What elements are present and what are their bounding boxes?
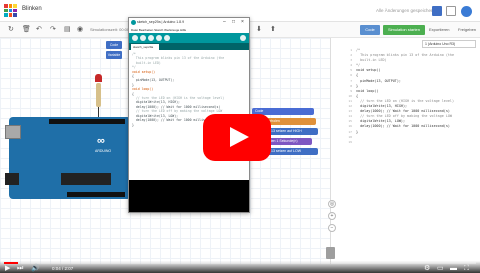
ide-console [129,180,249,212]
arduino-icon [131,20,136,25]
settings-icon[interactable]: ⚙ [424,265,430,273]
arduino-logo-icon: ∞ [97,135,105,147]
logo-square [4,8,8,13]
zoom-reset-icon[interactable]: ◎ [328,200,336,208]
start-simulation-button[interactable]: Simulation starten [383,25,425,35]
next-icon[interactable]: ⏭ [17,265,23,273]
video-time: 0:04 / 2:07 [52,266,74,271]
code-text[interactable]: /* This program blinks pin 13 of the Ard… [356,48,476,135]
analog-header [67,192,125,197]
digital-header [49,119,125,124]
eye-icon[interactable]: ◉ [77,26,83,34]
wire [98,107,99,117]
logo-square [13,4,17,8]
ide-title: sketch_sep29a | Arduino 1.8.9 [129,18,249,27]
minimize-icon[interactable]: – [223,19,226,25]
logo-square [4,4,8,8]
code-button[interactable]: Code [360,25,380,35]
logo-square [13,8,17,13]
avatar[interactable] [461,6,472,17]
upload-icon[interactable] [140,35,146,41]
tab-variable-blocks[interactable]: Variable [106,51,122,59]
new-icon[interactable] [148,35,154,41]
tinkercad-logo[interactable] [4,4,17,17]
ide-tab-bar: sketch_sep29a [129,43,249,50]
logo-square [8,4,13,8]
delete-icon[interactable]: 🗑 [22,26,31,34]
maximize-icon[interactable]: □ [232,19,235,25]
saved-status: Alle Änderungen gespeichert [376,8,434,13]
project-title[interactable]: Blinken [22,6,42,12]
power-jack [5,173,19,185]
zoom-in-icon[interactable]: + [328,212,336,220]
code-line: } [356,129,359,134]
sim-time-hint: Simulationszeit: 00:00 [90,27,130,32]
download-icon[interactable]: ⬇ [256,26,262,34]
logo-square [13,13,17,17]
tab-code-blocks[interactable]: Code [106,41,122,49]
logo-square [8,8,13,13]
arduino-board[interactable]: ∞ ARDUINO [5,117,131,199]
ide-toolbar [129,33,249,43]
resistor-component[interactable] [96,83,101,107]
share-button[interactable]: Freigeben [458,27,476,32]
redo-icon[interactable]: ↷ [50,26,56,34]
open-icon[interactable] [156,35,162,41]
youtube-play-button[interactable] [203,114,271,161]
ide-title-text: sketch_sep29a | Arduino 1.8.9 [137,20,185,24]
line-number: 19 [348,139,352,144]
theater-icon[interactable]: ▬ [450,265,457,273]
rotate-icon[interactable]: ↻ [8,26,14,34]
export-button[interactable]: Exportieren [429,27,449,32]
fullscreen-icon[interactable]: ⛶ [464,265,469,273]
microcontroller-chip [61,173,111,185]
logo-square [4,13,8,17]
volume-icon[interactable]: 🔊 [31,265,40,273]
progress-fill [4,262,19,264]
play-icon [230,127,249,147]
line-numbers: 1 2 3 4 5 6 7 8 9 10 11 12 13 14 15 16 17 18 19 [334,48,352,145]
miniplayer-icon[interactable]: ▭ [437,265,444,273]
video-progress-bar[interactable] [4,262,476,264]
verify-icon[interactable] [132,35,138,41]
logo-square [8,13,13,17]
board-name: ARDUINO [95,149,112,153]
code-mode-select[interactable]: 1 (Arduino Uno R3) [422,40,476,48]
note-icon[interactable]: ▤ [64,26,71,34]
grid-view-icon[interactable] [432,6,442,16]
close-icon[interactable]: × [241,19,244,25]
zoom-out-icon[interactable]: − [328,224,336,232]
play-icon[interactable]: ▶ [5,265,10,273]
led-component[interactable] [95,74,102,82]
serial-monitor-icon[interactable] [240,35,246,41]
usb-port [5,125,21,139]
save-icon[interactable] [164,35,170,41]
list-view-icon[interactable] [446,6,456,16]
upload-icon[interactable]: ⬆ [270,26,276,34]
trash-icon[interactable] [326,247,335,259]
undo-icon[interactable]: ↶ [36,26,42,34]
